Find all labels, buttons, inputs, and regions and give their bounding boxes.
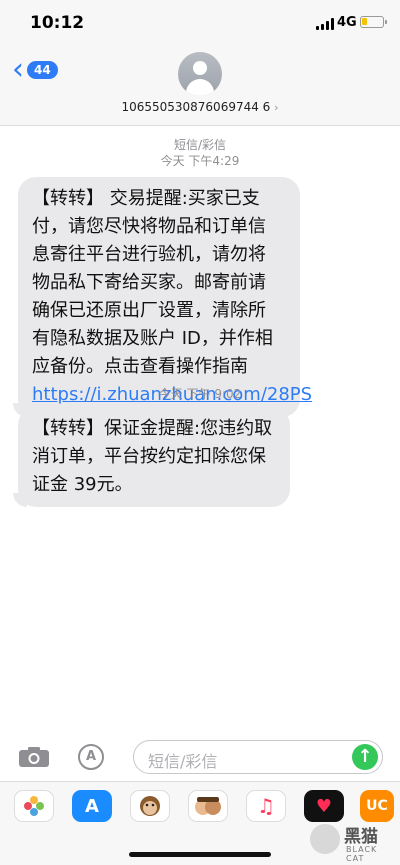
digital-touch-icon[interactable]: ♥ <box>304 790 344 822</box>
message-line: 有隐私数据及账户 ID，并作相 <box>32 328 273 349</box>
message-input[interactable]: 短信/彩信 ↑ <box>133 740 383 774</box>
watermark-subtext: BLACK CAT <box>346 845 378 863</box>
chevron-right-icon: › <box>274 101 279 114</box>
message-timestamp: 今天 下午4:29 <box>160 154 240 168</box>
compose-bar: A 短信/彩信 ↑ <box>0 733 400 781</box>
animoji-monkey-icon[interactable] <box>130 790 170 822</box>
message-type-label: 短信/彩信 <box>173 138 227 152</box>
back-button[interactable]: ‹ 44 <box>12 52 58 87</box>
status-time: 10:12 <box>30 13 85 33</box>
unread-count-badge: 44 <box>27 61 58 79</box>
message-line: 确保已还原出厂设置，清除所 <box>32 300 266 321</box>
watermark-text: 黑猫 <box>344 827 378 847</box>
message-line: 应备份。点击查看操作指南 <box>32 356 248 377</box>
message-line: 息寄往平台进行验机，请勿将 <box>32 244 266 265</box>
black-cat-watermark: 黑猫 BLACK CAT <box>310 822 396 863</box>
message-line: 付，请您尽快将物品和订单信 <box>32 216 266 237</box>
message-input-placeholder: 短信/彩信 <box>148 752 218 771</box>
contact-name[interactable]: 106550530876069744 6 › <box>0 100 400 114</box>
camera-icon[interactable] <box>18 746 50 768</box>
message-line: 证金 39元。 <box>32 474 133 495</box>
photos-icon[interactable] <box>14 790 54 822</box>
memoji-icon[interactable] <box>188 790 228 822</box>
chevron-left-icon: ‹ <box>12 52 24 87</box>
battery-icon <box>360 16 387 28</box>
music-icon[interactable]: ♫ <box>246 790 286 822</box>
contact-avatar[interactable] <box>178 52 222 96</box>
home-indicator[interactable] <box>129 852 271 857</box>
message-line: 物品私下寄给买家。邮寄前请 <box>32 272 266 293</box>
bubble-tail <box>13 493 27 507</box>
message-line: 【转转】 交易提醒:买家已支 <box>32 188 260 209</box>
uc-browser-icon[interactable]: UC <box>360 790 394 822</box>
message-timestamp: 今天 下午 9:02 <box>158 387 242 401</box>
app-store-icon[interactable]: A <box>72 790 112 822</box>
message-line: 消订单，平台按约定扣除您保 <box>32 446 266 467</box>
send-button[interactable]: ↑ <box>352 744 378 770</box>
cellular-signal-icon <box>316 18 334 30</box>
conversation-header: ‹ 44 106550530876069744 6 › <box>0 44 400 126</box>
message-line: 【转转】保证金提醒:您违约取 <box>32 418 273 439</box>
app-store-icon[interactable]: A <box>78 744 104 770</box>
message-bubble[interactable]: 【转转】 交易提醒:买家已支 付，请您尽快将物品和订单信 息寄往平台进行验机，请… <box>13 177 312 417</box>
black-cat-logo-icon <box>310 824 340 854</box>
contact-number: 106550530876069744 6 <box>121 100 271 114</box>
status-bar: 10:12 4G <box>0 0 400 44</box>
imessage-app-drawer: A ♫ ♥ UC 黑猫 BLACK CAT <box>0 781 400 865</box>
network-type: 4G <box>337 15 357 30</box>
message-bubble[interactable]: 【转转】保证金提醒:您违约取 消订单，平台按约定扣除您保 证金 39元。 <box>13 407 290 507</box>
